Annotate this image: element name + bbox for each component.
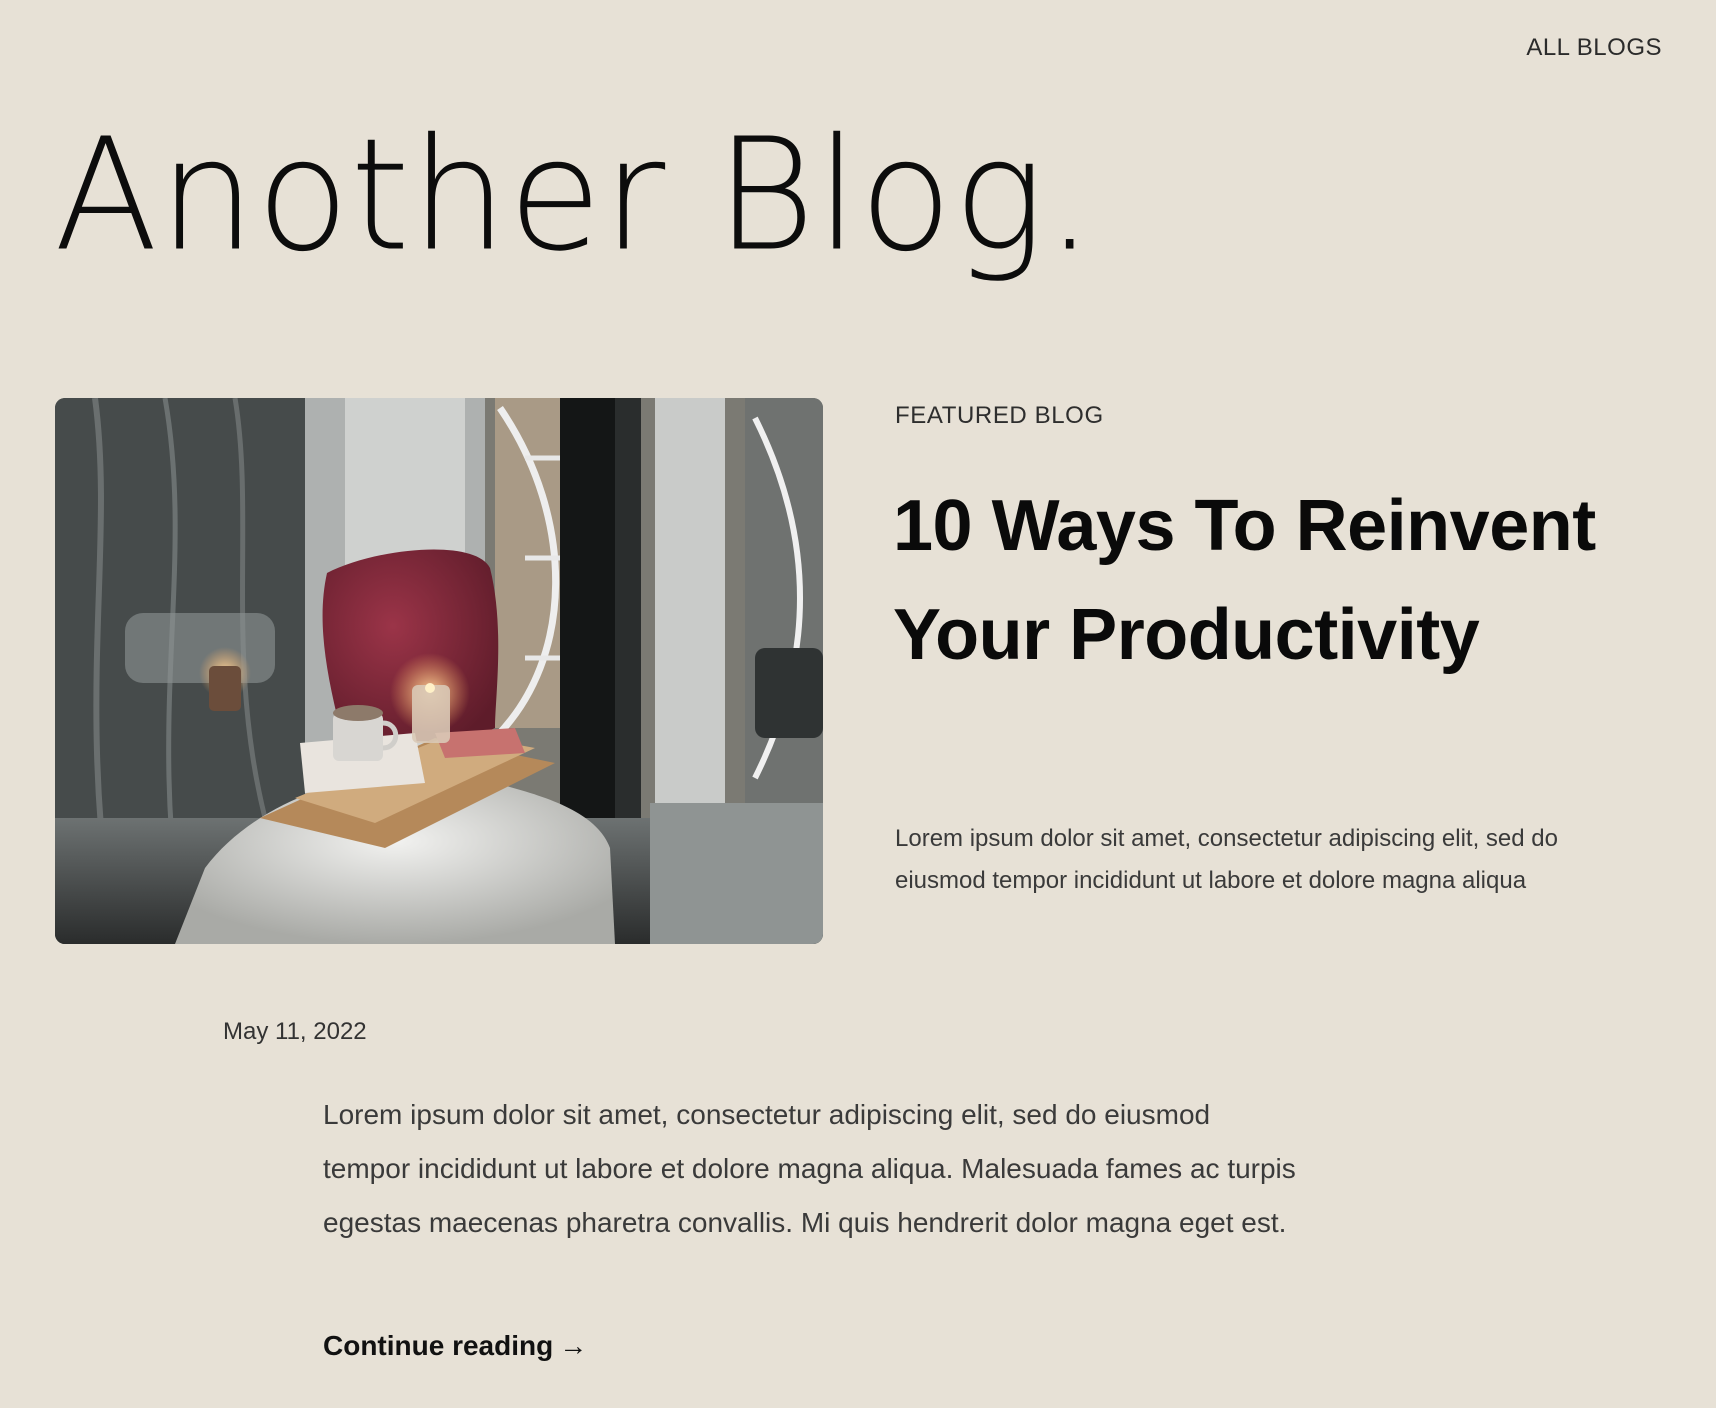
featured-title[interactable]: 10 Ways To Reinvent Your Productivity: [893, 472, 1653, 690]
all-blogs-link[interactable]: ALL BLOGS: [1526, 34, 1662, 62]
continue-reading-link[interactable]: Continue reading →: [323, 1330, 587, 1362]
featured-image[interactable]: [55, 398, 823, 944]
post-body: Lorem ipsum dolor sit amet, consectetur …: [323, 1099, 1296, 1238]
continue-reading-label: Continue reading: [323, 1330, 554, 1361]
featured-label: FEATURED BLOG: [895, 402, 1104, 429]
featured-excerpt: Lorem ipsum dolor sit amet, consectetur …: [895, 825, 1558, 894]
featured-photo: [55, 398, 823, 944]
site-title: Another Blog.: [54, 104, 1095, 286]
post-date: May 11, 2022: [223, 1018, 367, 1045]
arrow-right-icon: →: [559, 1330, 588, 1361]
